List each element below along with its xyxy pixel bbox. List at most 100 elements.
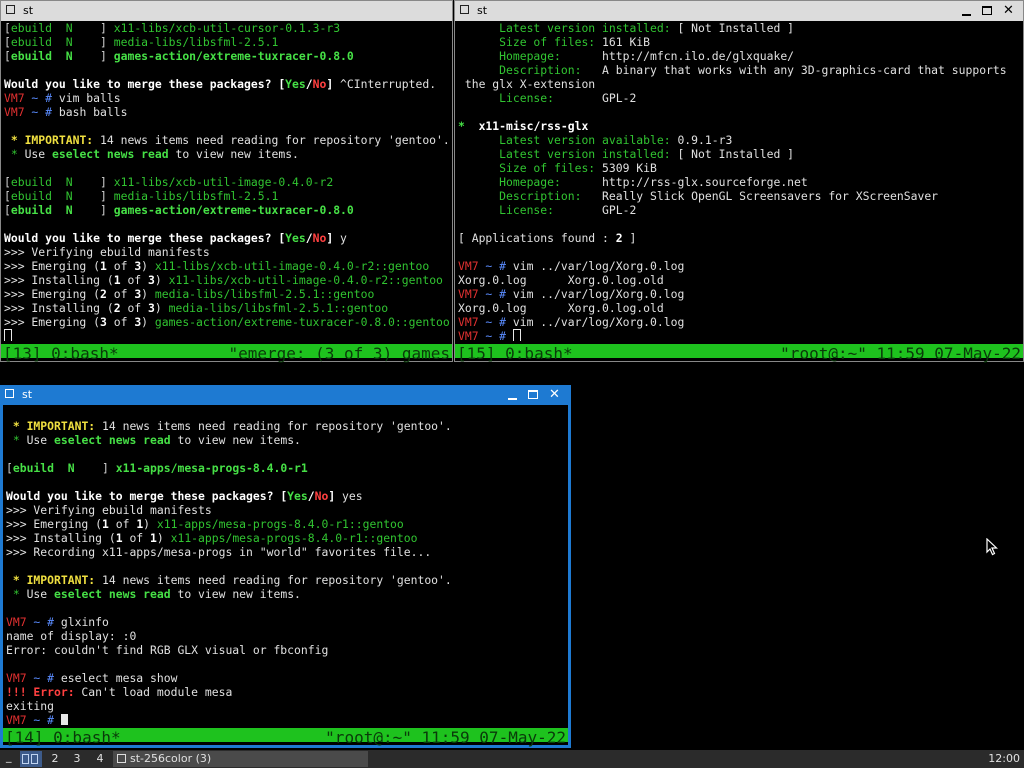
terminal-text: media-libs/libsfml-2.5.1 (113, 35, 279, 49)
terminal-line: [ebuild N ] games-action/extreme-tuxrace… (4, 49, 449, 63)
terminal-text: to view new items. (168, 147, 299, 161)
desktop-pager-active[interactable] (20, 751, 42, 767)
terminal-line: Latest version available: 0.9.1-r3 (458, 133, 1020, 147)
terminal-text: N (54, 461, 103, 475)
terminal-text: ebuild (12, 461, 55, 475)
terminal-text: ~ # (478, 315, 513, 329)
terminal-text: of (108, 517, 137, 531)
terminal-line: Error: couldn't find RGB GLX visual or f… (6, 643, 565, 657)
terminal-line: License: GPL-2 (458, 91, 1020, 105)
terminal-text: 0.9.1-r3 (677, 133, 733, 147)
terminal-text: ~ # (478, 259, 513, 273)
desktop-2[interactable]: 2 (44, 750, 66, 768)
terminal-text: [ (4, 203, 11, 217)
terminal-text: vim ../var/log/Xorg.0.log (512, 315, 685, 329)
terminal-text: Use (24, 147, 53, 161)
terminal-line: * IMPORTANT: 14 news items need reading … (6, 573, 565, 587)
desktop-4[interactable]: 4 (89, 750, 111, 768)
terminal-output[interactable]: [ebuild N ] x11-libs/xcb-util-cursor-0.1… (4, 21, 449, 341)
terminal-text: N (52, 35, 101, 49)
terminal-text: ) (143, 517, 157, 531)
terminal-line: * Use eselect news read to view new item… (6, 433, 565, 447)
terminal-text: ebuild (10, 49, 53, 63)
window-titlebar[interactable]: st ✕ (0, 385, 571, 405)
terminal-text: ) (141, 287, 155, 301)
terminal-text: N (52, 203, 101, 217)
terminal-text: ebuild (10, 189, 53, 203)
terminal-line: VM7 ~ # vim ../var/log/Xorg.0.log (458, 259, 1020, 273)
terminal-text: ] (100, 203, 114, 217)
terminal-text: * (458, 119, 479, 133)
terminal-text: ] (102, 461, 116, 475)
terminal-text: ) (156, 531, 171, 545)
close-icon[interactable]: ✕ (544, 385, 565, 405)
terminal-text: ] (326, 77, 341, 91)
terminal-text: IMPORTANT: (26, 419, 96, 433)
terminal-window-top-left[interactable]: st [ebuild N ] x11-libs/xcb-util-cursor-… (0, 0, 453, 363)
terminal-text: ~ # (26, 671, 61, 685)
terminal-text: Xorg.0.log Xorg.0.log.old (458, 301, 664, 315)
terminal-window-top-right[interactable]: st ✕ Latest version installed: [ Not Ins… (454, 0, 1024, 363)
terminal-text: ) (154, 301, 169, 315)
window-square-icon (460, 5, 469, 14)
terminal-output[interactable]: * IMPORTANT: 14 news items need reading … (6, 405, 565, 725)
desktop-3[interactable]: 3 (66, 750, 88, 768)
terminal-text: media-libs/libsfml-2.5.1::gentoo (154, 287, 375, 301)
terminal-text: 3 (148, 273, 155, 287)
tmux-status-bar: [13] 0:bash* "emerge: (3 of 3) games (1, 344, 452, 363)
terminal-text: x11-libs/xcb-util-image-0.4.0-r2::gentoo (168, 273, 443, 287)
terminal-output[interactable]: Latest version installed: [ Not Installe… (458, 21, 1020, 341)
terminal-text: Would you like to merge these packages? (4, 231, 279, 245)
terminal-text: 14 news items need reading for repositor… (95, 419, 452, 433)
taskbar-task-button[interactable]: st-256color (3) (113, 751, 368, 767)
terminal-text: ] (622, 231, 637, 245)
window-square-icon (5, 389, 14, 398)
terminal-text: No (314, 489, 329, 503)
terminal-text: to view new items. (170, 433, 301, 447)
terminal-text: >>> Verifying ebuild manifests (4, 245, 210, 259)
terminal-line: >>> Emerging (1 of 1) x11-apps/mesa-prog… (6, 517, 565, 531)
terminal-text: >>> Installing ( (6, 531, 116, 545)
terminal-text: * (4, 147, 25, 161)
terminal-text: Latest version installed: (458, 21, 678, 35)
minimize-icon[interactable] (502, 385, 523, 405)
terminal-line: [ Applications found : 2 ] (458, 231, 1020, 245)
terminal-line: >>> Installing (2 of 3) media-libs/libsf… (4, 301, 449, 315)
terminal-text: * (4, 133, 25, 147)
terminal-text: Error: couldn't find RGB GLX visual or f… (6, 643, 329, 657)
terminal-text: / (305, 77, 313, 91)
window-titlebar[interactable]: st ✕ (455, 1, 1023, 21)
maximize-icon[interactable] (977, 1, 998, 21)
terminal-text: [ (4, 189, 11, 203)
terminal-text: Size of files: (458, 35, 603, 49)
terminal-text: ] (328, 489, 343, 503)
terminal-text: Description: (458, 63, 603, 77)
terminal-text: IMPORTANT: (26, 573, 96, 587)
terminal-line: [ebuild N ] media-libs/libsfml-2.5.1 (4, 189, 449, 203)
minimize-icon[interactable] (956, 1, 977, 21)
desktop-1-icon[interactable]: _ (6, 750, 12, 763)
maximize-icon[interactable] (523, 385, 544, 405)
terminal-line: Size of files: 5309 KiB (458, 161, 1020, 175)
close-icon[interactable]: ✕ (998, 1, 1019, 21)
terminal-text: Would you like to merge these packages? (4, 77, 279, 91)
terminal-text: ebuild (10, 35, 53, 49)
terminal-text: 1 (115, 531, 123, 545)
terminal-text: vim balls (58, 91, 121, 105)
terminal-text: ~ # (478, 287, 513, 301)
window-titlebar[interactable]: st (1, 1, 452, 21)
terminal-text: of (120, 273, 149, 287)
terminal-text: glxinfo (60, 615, 109, 629)
clock: 12:00 (988, 752, 1020, 765)
terminal-line: [ebuild N ] x11-libs/xcb-util-image-0.4.… (4, 175, 449, 189)
terminal-cursor (4, 329, 12, 341)
terminal-window-bottom[interactable]: st ✕ * IMPORTANT: 14 news items need rea… (0, 385, 571, 748)
